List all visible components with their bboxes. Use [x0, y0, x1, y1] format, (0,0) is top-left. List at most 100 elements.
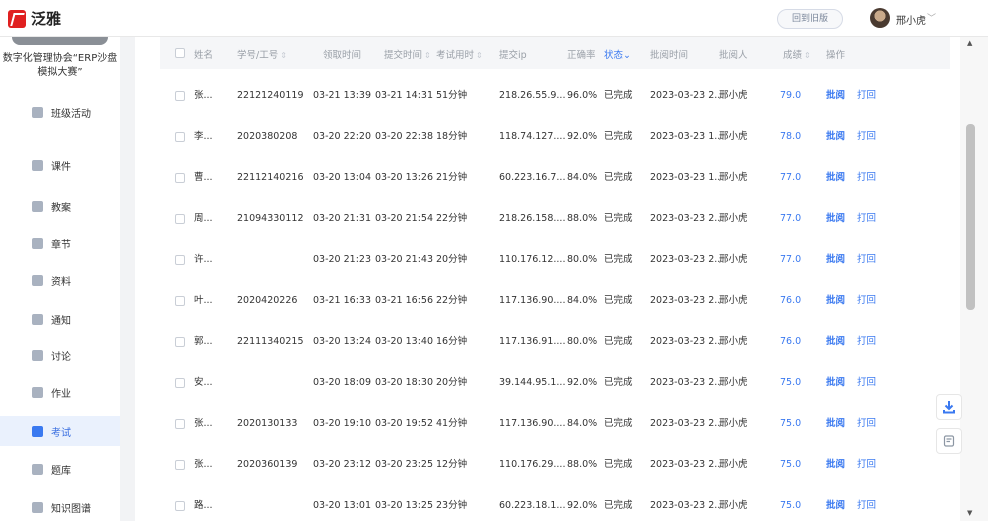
sidebar-item[interactable]: 作业: [0, 377, 120, 407]
sort-icon[interactable]: ⇕: [424, 51, 431, 60]
review-button[interactable]: 批阅: [826, 444, 845, 485]
return-button[interactable]: 打回: [857, 116, 876, 157]
col-reviewer: 批阅人: [719, 50, 748, 61]
review-button[interactable]: 批阅: [826, 116, 845, 157]
row-checkbox[interactable]: [175, 132, 185, 142]
return-button[interactable]: 打回: [857, 280, 876, 321]
col-score[interactable]: 成绩 ⇕: [783, 47, 811, 61]
col-status-filter[interactable]: 状态⌄: [604, 47, 631, 61]
row-checkbox[interactable]: [175, 173, 185, 183]
col-name: 姓名: [194, 50, 214, 61]
row-checkbox[interactable]: [175, 501, 185, 511]
review-button[interactable]: 批阅: [826, 198, 845, 239]
cell-submit-time: 03-21 16:56: [375, 295, 434, 306]
sidebar-item[interactable]: 资料: [0, 265, 120, 295]
scrollbar-thumb[interactable]: [966, 124, 975, 310]
cell-id: 2020360139: [237, 459, 298, 470]
cell-accuracy: 96.0%: [567, 90, 598, 101]
row-checkbox[interactable]: [175, 378, 185, 388]
row-checkbox[interactable]: [175, 460, 185, 470]
scroll-down-arrow-icon[interactable]: ▼: [967, 509, 972, 517]
sidebar-item[interactable]: 考试: [0, 416, 120, 446]
cell-get-time: 03-20 19:10: [313, 418, 372, 429]
sidebar-item[interactable]: 章节: [0, 228, 120, 258]
notes-button[interactable]: [936, 428, 962, 454]
cell-duration: 22分钟: [436, 213, 468, 224]
cell-score: 77.0: [780, 254, 802, 265]
row-checkbox[interactable]: [175, 91, 185, 101]
col-accuracy: 正确率: [567, 50, 596, 61]
cell-ip: 39.144.95.1...: [499, 377, 566, 388]
scroll-up-arrow-icon[interactable]: ▲: [967, 39, 972, 47]
table-row: 安... 03-20 18:09 03-20 18:30 20分钟 39.144.95.…: [160, 362, 950, 403]
row-checkbox[interactable]: [175, 255, 185, 265]
cell-get-time: 03-20 21:23: [313, 254, 372, 265]
sidebar-item-label: 考试: [51, 427, 71, 439]
course-name: 数字化管理协会“ERP沙盘模拟大赛”: [2, 53, 118, 78]
return-button[interactable]: 打回: [857, 75, 876, 116]
col-duration[interactable]: 考试用时 ⇕: [436, 47, 483, 61]
cell-reviewer: 邢小虎: [719, 213, 748, 224]
back-to-old-version-button[interactable]: 回到旧版: [777, 9, 843, 29]
sidebar-item-label: 知识图谱: [51, 503, 91, 515]
user-name[interactable]: 邢小虎: [896, 12, 926, 27]
chevron-down-icon[interactable]: ﹀: [927, 11, 936, 24]
review-button[interactable]: 批阅: [826, 362, 845, 403]
cell-accuracy: 88.0%: [567, 213, 598, 224]
return-button[interactable]: 打回: [857, 403, 876, 444]
col-submit-time[interactable]: 提交时间 ⇕: [384, 47, 431, 61]
cell-duration: 23分钟: [436, 500, 468, 511]
cell-accuracy: 88.0%: [567, 459, 598, 470]
return-button[interactable]: 打回: [857, 485, 876, 521]
col-id[interactable]: 学号/工号 ⇕: [237, 47, 287, 61]
return-button[interactable]: 打回: [857, 444, 876, 485]
cell-reviewer: 邢小虎: [719, 336, 748, 347]
review-button[interactable]: 批阅: [826, 321, 845, 362]
review-button[interactable]: 批阅: [826, 280, 845, 321]
review-button[interactable]: 批阅: [826, 239, 845, 280]
review-button[interactable]: 批阅: [826, 485, 845, 521]
sidebar-item-label: 教案: [51, 202, 71, 214]
sort-icon[interactable]: ⇕: [804, 51, 811, 60]
chevron-down-icon[interactable]: ⌄: [623, 50, 631, 61]
return-button[interactable]: 打回: [857, 198, 876, 239]
sidebar-item[interactable]: 班级活动: [0, 97, 120, 127]
sort-icon[interactable]: ⇕: [280, 51, 287, 60]
sidebar-item-label: 讨论: [51, 351, 71, 363]
cell-score: 75.0: [780, 418, 802, 429]
return-button[interactable]: 打回: [857, 321, 876, 362]
cell-ip: 110.176.12....: [499, 254, 566, 265]
sidebar-item[interactable]: 通知: [0, 304, 120, 334]
cell-name: 张...: [194, 90, 213, 101]
review-button[interactable]: 批阅: [826, 403, 845, 444]
exam-results-panel: 姓名 学号/工号 ⇕ 领取时间 提交时间 ⇕ 考试用时 ⇕ 提交ip 正确率 状态⌄ …: [135, 37, 960, 521]
sidebar-item[interactable]: 课件: [0, 150, 120, 180]
cell-submit-time: 03-20 22:38: [375, 131, 434, 142]
select-all-checkbox[interactable]: [175, 48, 185, 58]
return-button[interactable]: 打回: [857, 239, 876, 280]
review-button[interactable]: 批阅: [826, 157, 845, 198]
cell-reviewer: 邢小虎: [719, 131, 748, 142]
sidebar-item[interactable]: 教案: [0, 191, 120, 221]
sidebar-item[interactable]: 知识图谱: [0, 492, 120, 521]
return-button[interactable]: 打回: [857, 362, 876, 403]
return-button[interactable]: 打回: [857, 157, 876, 198]
cell-ip: 117.136.90....: [499, 295, 566, 306]
review-button[interactable]: 批阅: [826, 75, 845, 116]
download-button[interactable]: [936, 394, 962, 420]
row-checkbox[interactable]: [175, 337, 185, 347]
row-checkbox[interactable]: [175, 214, 185, 224]
avatar[interactable]: [870, 8, 890, 28]
table-row: 张... 22121240119 03-21 13:39 03-21 14:31 51分…: [160, 75, 950, 116]
sidebar-item[interactable]: 讨论: [0, 340, 120, 370]
table-row: 路... 03-20 13:01 03-20 13:25 23分钟 60.223.18.…: [160, 485, 950, 521]
sort-icon[interactable]: ⇕: [476, 51, 483, 60]
cell-score: 75.0: [780, 377, 802, 388]
logo[interactable]: 泛雅: [8, 8, 61, 29]
row-checkbox[interactable]: [175, 296, 185, 306]
row-checkbox[interactable]: [175, 419, 185, 429]
cell-get-time: 03-20 13:01: [313, 500, 372, 511]
cell-id: 2020420226: [237, 295, 298, 306]
sidebar-item[interactable]: 题库: [0, 454, 120, 484]
cell-name: 郭...: [194, 336, 213, 347]
